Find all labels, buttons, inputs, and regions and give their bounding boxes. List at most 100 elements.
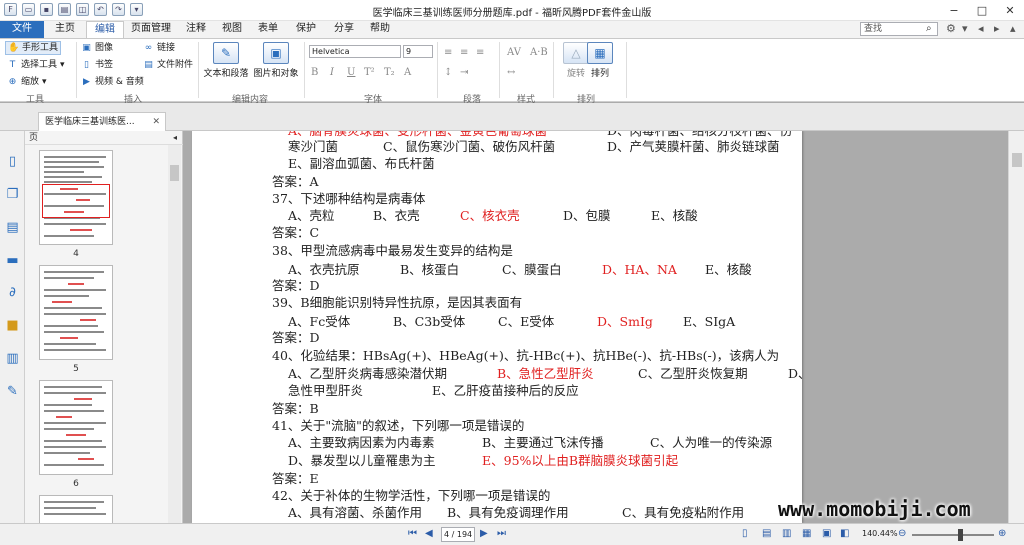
close-icon[interactable]: ✕	[152, 113, 160, 131]
continuous-facing-icon[interactable]: ▦	[802, 528, 811, 539]
search-icon[interactable]: ⌕	[926, 23, 932, 34]
destinations-icon[interactable]: ✎	[4, 383, 21, 400]
collapse-panel-icon[interactable]: ◂	[173, 131, 177, 145]
scale-icon[interactable]: ↔	[507, 67, 515, 78]
insert-attachment-button[interactable]: ▤ 文件附件	[143, 58, 193, 72]
page-thumbnail-4[interactable]	[39, 150, 113, 245]
font-name-select[interactable]: Helvetica	[309, 45, 401, 58]
bookmarks-icon[interactable]: ▤	[4, 219, 21, 236]
tab-comment[interactable]: 注释	[180, 21, 212, 38]
tab-protect[interactable]: 保护	[290, 21, 322, 38]
next-page-icon[interactable]: ▶	[480, 528, 488, 539]
char-spacing-icon[interactable]: AV	[507, 47, 521, 58]
nav-forward-icon[interactable]: ▸	[994, 22, 1000, 35]
align-center-icon[interactable]: ≡	[460, 47, 468, 58]
edit-text-paragraph-button[interactable]: ✎ 文本和段落	[203, 42, 249, 79]
thumbnail-scrollbar[interactable]	[168, 145, 181, 523]
continuous-page-icon[interactable]: ▤	[762, 528, 771, 539]
ribbon-panel: ✋ 手形工具 T 选择工具 ▾ ⊕ 缩放 ▾ 工具 ▣ 图像 ▯ 书签 ▶ 视频…	[0, 38, 1024, 105]
edit-image-icon: ▣	[263, 42, 289, 64]
chevron-down-icon[interactable]: ▾	[962, 22, 968, 35]
thumbnail-panel-header: 页 ◂	[25, 131, 183, 145]
page-thumbnail-6[interactable]	[39, 380, 113, 475]
tab-help[interactable]: 帮助	[364, 21, 396, 38]
thumbnail-scroll-thumb[interactable]	[170, 165, 179, 181]
select-tool-button[interactable]: T 选择工具 ▾	[7, 58, 65, 72]
thumbnail-page-number: 5	[73, 364, 79, 374]
video-icon: ▶	[83, 76, 90, 87]
italic-icon[interactable]: I	[330, 67, 334, 78]
hand-tool-button[interactable]: ✋ 手形工具	[5, 41, 62, 55]
layers-icon[interactable]: ❐	[4, 186, 21, 203]
document-scrollbar[interactable]	[1008, 131, 1024, 523]
attachments-icon[interactable]: ∂	[4, 284, 21, 301]
tab-form[interactable]: 表单	[252, 21, 284, 38]
subscript-icon[interactable]: T₂	[384, 67, 395, 78]
thumbnail-page-number: 4	[73, 249, 79, 259]
title-bar: F ▭ ▪ ▤ ◫ ↶ ↷ ▾ 医学临床三基训练医师分册题库.pdf - 福昕风…	[0, 0, 1024, 21]
single-page-icon[interactable]: ▯	[742, 528, 748, 539]
maximize-button[interactable]: □	[968, 0, 996, 21]
fit-width-icon[interactable]: ▣	[822, 528, 831, 539]
align-right-icon[interactable]: ≡	[476, 47, 484, 58]
superscript-icon[interactable]: T²	[364, 67, 375, 78]
zoom-slider-handle[interactable]	[958, 529, 963, 541]
zoom-tool-button[interactable]: ⊕ 缩放 ▾	[7, 75, 47, 89]
cursor-icon: T	[9, 59, 16, 70]
comments-icon[interactable]: ▬	[4, 252, 21, 269]
insert-link-button[interactable]: ∞ 链接	[143, 41, 175, 55]
edit-image-object-button[interactable]: ▣ 图片和对象	[253, 42, 299, 79]
align-left-icon[interactable]: ≡	[444, 47, 452, 58]
tab-home[interactable]: 主页	[47, 21, 83, 38]
ribbon-collapse-icon[interactable]: ▴	[1010, 22, 1016, 35]
tab-file[interactable]: 文件	[0, 21, 44, 38]
page-thumbnail-7[interactable]	[39, 495, 113, 525]
thumbnail-panel: 页 ◂ 4 5 6	[25, 131, 183, 525]
arrange-button[interactable]: ▦ 排列	[577, 42, 623, 79]
insert-image-button[interactable]: ▣ 图像	[81, 41, 113, 55]
visible-area-indicator[interactable]	[42, 184, 110, 218]
settings-icon[interactable]: ⚙	[946, 22, 956, 35]
page-thumbnails-icon[interactable]: ▯	[4, 153, 21, 170]
zoom-out-icon[interactable]: ⊖	[898, 528, 906, 539]
last-page-icon[interactable]: ⏭	[497, 528, 506, 539]
document-tab-strip: 医学临床三基训练医... ✕	[0, 103, 1024, 131]
font-color-icon[interactable]: A	[404, 67, 411, 78]
form-fields-icon[interactable]: ▥	[4, 350, 21, 367]
font-size-select[interactable]: 9	[403, 45, 433, 58]
previous-page-icon[interactable]: ◀	[425, 528, 433, 539]
bold-icon[interactable]: B	[311, 67, 318, 78]
attachment-icon: ▤	[144, 59, 153, 70]
status-bar: ⏮ ◀ 4 / 194 ▶ ⏭ ▯ ▤ ▥ ▦ ▣ ◧ 140.44% ⊖ ⊕	[0, 523, 1024, 545]
page-number-input[interactable]: 4 / 194	[441, 527, 475, 542]
close-button[interactable]: ✕	[996, 0, 1024, 21]
line-spacing-icon[interactable]: ↕	[444, 67, 452, 78]
window-controls: − □ ✕	[940, 0, 1024, 21]
ribbon-separator	[499, 42, 500, 98]
ribbon-separator	[626, 42, 627, 98]
fit-page-icon[interactable]: ◧	[840, 528, 849, 539]
insert-video-audio-button[interactable]: ▶ 视频 & 音频	[81, 75, 144, 89]
nav-back-icon[interactable]: ◂	[978, 22, 984, 35]
document-tab[interactable]: 医学临床三基训练医... ✕	[38, 112, 166, 131]
tab-edit[interactable]: 编辑	[86, 21, 124, 38]
facing-page-icon[interactable]: ▥	[782, 528, 791, 539]
insert-bookmark-button[interactable]: ▯ 书签	[81, 58, 113, 72]
tab-share[interactable]: 分享	[328, 21, 360, 38]
page-thumbnail-5[interactable]	[39, 265, 113, 360]
security-lock-icon[interactable]: ■	[4, 317, 21, 334]
zoom-in-icon[interactable]: ⊕	[998, 528, 1006, 539]
navigation-pane-bar: ▯ ❐ ▤ ▬ ∂ ■ ▥ ✎	[0, 131, 25, 523]
document-scroll-thumb[interactable]	[1012, 153, 1022, 167]
ribbon-separator	[198, 42, 199, 98]
tab-view[interactable]: 视图	[216, 21, 248, 38]
first-page-icon[interactable]: ⏮	[408, 528, 417, 539]
indent-icon[interactable]: ⇥	[460, 67, 468, 78]
underline-icon[interactable]: U	[347, 67, 355, 78]
word-spacing-icon[interactable]: A·B	[530, 47, 548, 58]
tab-page-management[interactable]: 页面管理	[126, 21, 176, 38]
minimize-button[interactable]: −	[940, 0, 968, 21]
link-icon: ∞	[144, 42, 153, 53]
zoom-slider[interactable]	[912, 534, 994, 536]
zoom-level[interactable]: 140.44%	[862, 529, 898, 538]
